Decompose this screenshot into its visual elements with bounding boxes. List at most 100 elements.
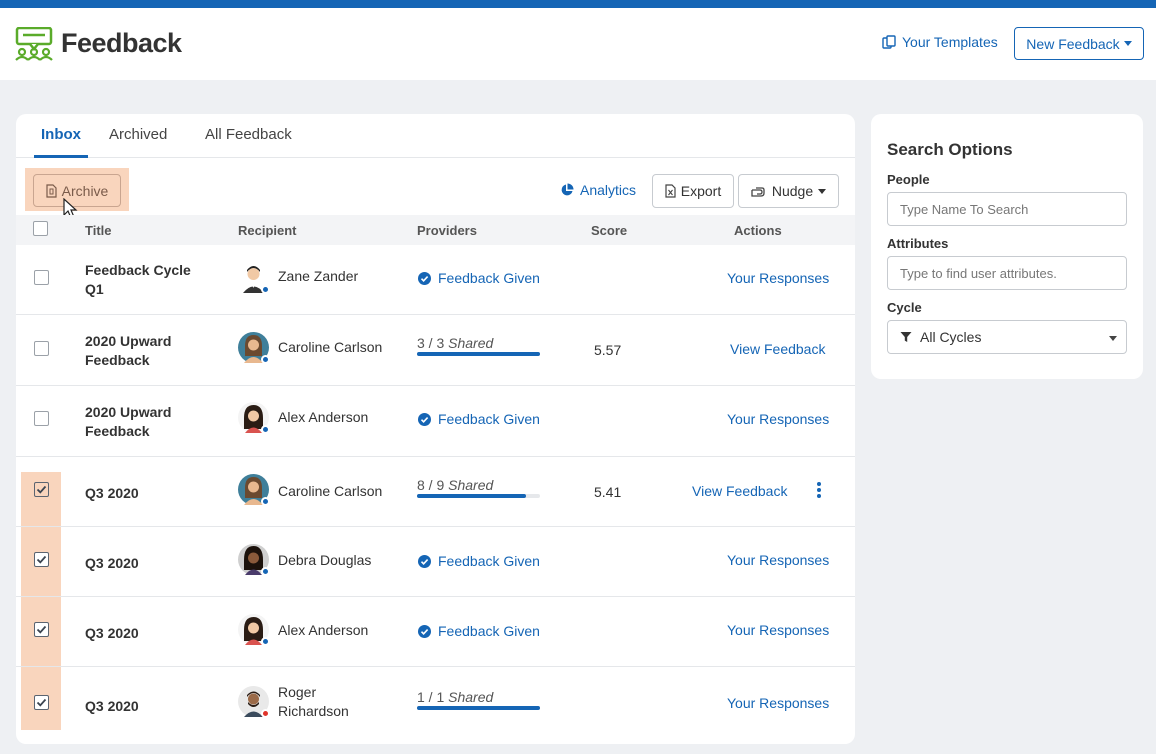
app-header: Feedback Your Templates New Feedback — [0, 8, 1156, 80]
shared-word: Shared — [448, 689, 494, 705]
shared-count: 1 / 1 — [417, 689, 445, 705]
provider-status-label: Feedback Given — [438, 270, 540, 286]
row-title: Q3 2020 — [85, 698, 139, 714]
recipient-name: Alex Anderson — [278, 622, 369, 638]
column-header-actions: Actions — [734, 223, 782, 238]
top-accent-bar — [0, 0, 1156, 8]
status-dot — [261, 637, 270, 646]
your-responses-link[interactable]: Your Responses — [727, 622, 829, 638]
hand-pointer-icon — [751, 186, 765, 197]
view-feedback-link[interactable]: View Feedback — [730, 341, 825, 357]
filter-icon — [900, 332, 912, 342]
nudge-button[interactable]: Nudge — [738, 174, 839, 208]
analytics-link[interactable]: Analytics — [560, 182, 636, 198]
status-dot — [261, 425, 270, 434]
check-circle-icon — [418, 624, 431, 638]
table-row[interactable]: Q3 2020 Debra Douglas Feedback Given You… — [16, 526, 855, 596]
tab-archived[interactable]: Archived — [109, 126, 167, 158]
provider-status: Feedback Given — [418, 411, 540, 427]
shared-count: 8 / 9 — [417, 477, 445, 493]
avatar — [238, 544, 270, 576]
shared-progress-label: 1 / 1 Shared — [417, 689, 541, 705]
tab-all-feedback[interactable]: All Feedback — [205, 126, 292, 158]
row-checkbox[interactable] — [34, 270, 49, 285]
check-circle-icon — [418, 412, 431, 426]
progress-bar — [417, 352, 540, 356]
checkmark-icon — [36, 625, 47, 634]
cycle-select-value: All Cycles — [920, 329, 982, 345]
column-header-score: Score — [591, 223, 628, 238]
templates-icon — [882, 35, 896, 49]
nudge-label: Nudge — [771, 183, 814, 199]
recipient-name: Alex Anderson — [278, 409, 369, 425]
checkmark-icon — [36, 555, 47, 564]
progress-bar-fill — [417, 352, 540, 356]
status-dot — [261, 285, 270, 294]
excel-file-icon — [665, 184, 676, 198]
status-dot — [261, 709, 270, 718]
pie-chart-icon — [561, 183, 574, 196]
provider-status: Feedback Given — [418, 553, 540, 569]
your-responses-link[interactable]: Your Responses — [727, 411, 829, 427]
shared-progress-label: 8 / 9 Shared — [417, 477, 541, 493]
analytics-label: Analytics — [580, 182, 637, 198]
score-value: 5.41 — [594, 484, 622, 500]
table-row[interactable]: Q3 2020 Alex Anderson Feedback Given You… — [16, 596, 855, 666]
avatar — [238, 686, 270, 718]
more-options-icon[interactable] — [816, 481, 822, 499]
archive-file-icon — [46, 183, 57, 198]
table-row[interactable]: Q3 2020 Caroline Carlson 8 / 9 Shared 5.… — [16, 456, 855, 526]
new-feedback-button[interactable]: New Feedback — [1014, 27, 1144, 60]
your-templates-link[interactable]: Your Templates — [882, 34, 998, 50]
feedback-inbox-card: Inbox Archived All Feedback Archive Anal… — [16, 114, 855, 744]
shared-progress: 3 / 3 Shared — [417, 335, 541, 356]
row-checkbox[interactable] — [34, 411, 49, 426]
row-checkbox[interactable] — [34, 341, 49, 356]
cycle-select[interactable]: All Cycles — [887, 320, 1127, 354]
table-row[interactable]: 2020 Upward Feedback Caroline Carlson 3 … — [16, 314, 855, 385]
people-label: People — [887, 172, 930, 187]
provider-status: Feedback Given — [418, 270, 540, 286]
table-row[interactable]: Q3 2020 Roger Richardson 1 / 1 Shared Yo… — [16, 666, 855, 744]
avatar — [238, 614, 270, 646]
your-responses-link[interactable]: Your Responses — [727, 695, 829, 711]
table-row[interactable]: 2020 Upward Feedback Alex Anderson Feedb… — [16, 385, 855, 456]
avatar — [238, 474, 270, 506]
column-header-title: Title — [85, 223, 112, 238]
recipient-name: Caroline Carlson — [278, 339, 383, 355]
table-header: Title Recipient Providers Score Actions — [16, 215, 855, 245]
your-responses-link[interactable]: Your Responses — [727, 270, 829, 286]
shared-progress-label: 3 / 3 Shared — [417, 335, 541, 351]
checkmark-icon — [36, 485, 47, 494]
provider-status-label: Feedback Given — [438, 553, 540, 569]
tab-inbox[interactable]: Inbox — [34, 126, 88, 158]
select-all-checkbox[interactable] — [33, 221, 48, 236]
people-search-input[interactable] — [887, 192, 1127, 226]
status-dot — [261, 567, 270, 576]
table-row[interactable]: Feedback Cycle Q1 Zane Zander Feedback G… — [16, 245, 855, 315]
tab-bar: Inbox Archived All Feedback — [16, 114, 855, 158]
row-title: Q3 2020 — [85, 625, 139, 641]
status-dot — [261, 355, 270, 364]
chevron-down-icon — [1123, 41, 1132, 46]
progress-bar-fill — [417, 494, 527, 498]
row-checkbox[interactable] — [34, 622, 49, 637]
avatar — [238, 332, 270, 364]
export-button[interactable]: Export — [652, 174, 734, 208]
row-checkbox[interactable] — [34, 552, 49, 567]
shared-word: Shared — [448, 335, 494, 351]
avatar — [238, 262, 270, 294]
attributes-search-input[interactable] — [887, 256, 1127, 290]
your-responses-link[interactable]: Your Responses — [727, 552, 829, 568]
view-feedback-link[interactable]: View Feedback — [692, 483, 787, 499]
progress-bar — [417, 494, 540, 498]
recipient-name: Roger Richardson — [278, 684, 349, 719]
status-dot — [261, 497, 270, 506]
row-title: Q3 2020 — [85, 485, 139, 501]
progress-bar — [417, 706, 540, 710]
row-title: Q3 2020 — [85, 555, 139, 571]
recipient-name: Caroline Carlson — [278, 483, 383, 499]
row-checkbox[interactable] — [34, 695, 49, 710]
row-checkbox[interactable] — [34, 482, 49, 497]
chevron-down-icon — [1109, 336, 1117, 341]
